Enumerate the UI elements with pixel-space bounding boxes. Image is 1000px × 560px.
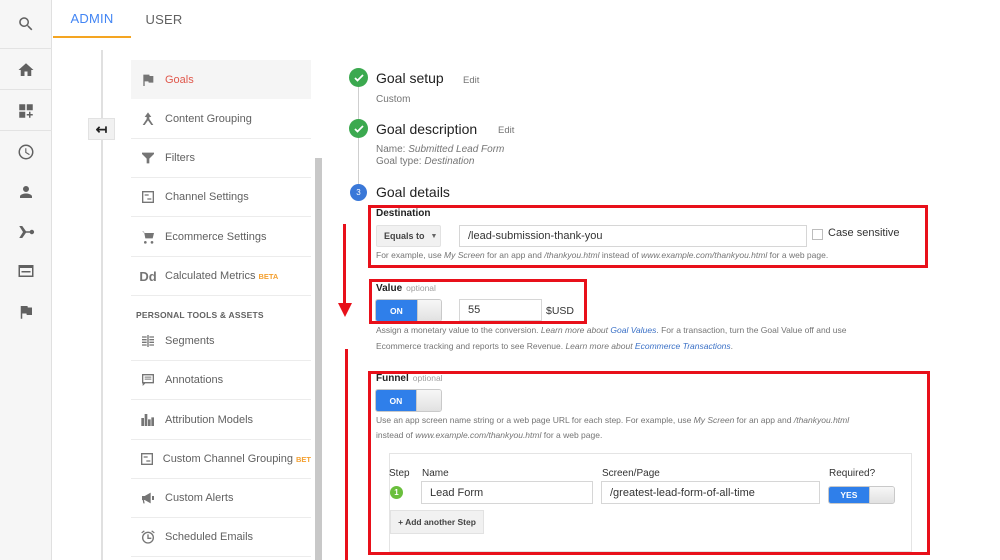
nav-label: Annotations [165, 374, 224, 386]
nav-label: Calculated Metrics BETA [165, 270, 278, 282]
nav-label: Goals [165, 73, 194, 86]
value-help-line-2: Ecommerce tracking and reports to see Re… [376, 338, 733, 355]
alarm-clock-icon [131, 529, 165, 545]
back-button[interactable]: ↤ [88, 118, 115, 140]
nav-label: Custom Channel Grouping BET [163, 453, 311, 465]
person-icon[interactable] [0, 172, 52, 212]
nav-label: Channel Settings [165, 191, 249, 203]
nav-label: Filters [165, 152, 195, 164]
step-number-badge: 3 [350, 184, 367, 201]
edit-goal-description-link[interactable]: Edit [498, 125, 514, 136]
channel-grouping-icon [131, 451, 163, 467]
help-text: . For a transaction, turn the Goal Value… [656, 325, 847, 335]
search-icon[interactable] [0, 4, 52, 44]
nav-item-custom-alerts[interactable]: Custom Alerts [131, 479, 311, 518]
help-text: Ecommerce tracking and reports to see Re… [376, 341, 566, 351]
filter-icon [131, 150, 165, 166]
nav-label: Ecommerce Settings [165, 231, 267, 243]
help-text: Learn more about [565, 341, 635, 351]
nav-label: Attribution Models [165, 414, 254, 426]
tab-user[interactable]: USER [131, 0, 197, 38]
nav-label: Scheduled Emails [165, 531, 254, 543]
nav-label: Content Grouping [165, 113, 252, 125]
bar-chart-icon [131, 412, 165, 428]
step-title-goal-details: Goal details [376, 184, 450, 200]
type-label: Goal type: [376, 156, 425, 167]
segments-icon [131, 333, 165, 349]
annotation-box-funnel [368, 371, 930, 555]
megaphone-icon [131, 490, 165, 506]
step-title-goal-setup: Goal setup [376, 70, 444, 86]
nav-item-calculated-metrics[interactable]: Dd Calculated Metrics BETA [131, 257, 311, 296]
beta-badge: BETA [258, 272, 279, 281]
nav-label-text: Custom Channel Grouping [162, 453, 293, 465]
check-icon [349, 68, 368, 87]
scrollbar[interactable] [315, 158, 322, 560]
nav-item-annotations[interactable]: Annotations [131, 361, 311, 400]
beta-badge: BET [296, 455, 311, 464]
annotation-box-value [369, 279, 587, 324]
channel-settings-icon [131, 189, 165, 205]
goal-values-link[interactable]: Goal Values [610, 325, 656, 335]
nav-item-attribution-models[interactable]: Attribution Models [131, 401, 311, 440]
back-arrow-icon: ↤ [95, 120, 108, 137]
nav-label: Segments [165, 335, 215, 347]
nav-item-segments[interactable]: Segments [131, 322, 311, 361]
home-icon[interactable] [0, 50, 52, 90]
flag-icon[interactable] [0, 292, 52, 332]
help-text: Assign a monetary value to the conversio… [376, 325, 541, 335]
goal-name-value: Submitted Lead Form [408, 144, 505, 155]
help-text: Learn more about [540, 325, 611, 335]
goal-setup-value: Custom [376, 94, 411, 105]
nav-item-ecommerce-settings[interactable]: Ecommerce Settings [131, 218, 311, 257]
annotation-arrowhead [338, 303, 352, 317]
annotation-box-destination [368, 205, 928, 268]
dd-icon: Dd [139, 268, 157, 284]
annotation-line [345, 349, 348, 560]
value-help-line-1: Assign a monetary value to the conversio… [376, 322, 846, 339]
step-title-goal-description: Goal description [376, 121, 478, 137]
nav-item-custom-channel-grouping[interactable]: Custom Channel Grouping BET [131, 440, 311, 479]
section-label: PERSONAL TOOLS & ASSETS [136, 310, 264, 320]
nav-item-goals[interactable]: Goals [131, 60, 311, 99]
flag-icon [131, 72, 165, 88]
goal-description-summary: Name: Submitted Lead Form Goal type: Des… [376, 144, 504, 168]
tab-admin[interactable]: ADMIN [53, 0, 131, 38]
edit-goal-setup-link[interactable]: Edit [463, 75, 479, 86]
check-icon [349, 119, 368, 138]
nav-item-content-grouping[interactable]: Content Grouping [131, 100, 311, 139]
content-grouping-icon [131, 111, 165, 127]
goal-type-value: Destination [424, 156, 475, 167]
acquisition-icon[interactable] [0, 212, 52, 252]
annotation-icon [131, 372, 165, 388]
nav-item-scheduled-emails[interactable]: Scheduled Emails [131, 518, 311, 557]
nav-item-channel-settings[interactable]: Channel Settings [131, 178, 311, 217]
annotation-arrow-line [343, 224, 346, 304]
nav-item-filters[interactable]: Filters [131, 139, 311, 178]
icon-rail [0, 0, 52, 560]
behavior-icon[interactable] [0, 251, 52, 291]
name-label: Name: [376, 144, 409, 155]
help-text: . [730, 341, 734, 351]
customization-icon[interactable] [0, 91, 52, 131]
nav-label-text: Calculated Metrics [165, 270, 256, 282]
nav-label: Custom Alerts [165, 492, 234, 504]
ecommerce-transactions-link[interactable]: Ecommerce Transactions [635, 341, 731, 351]
cart-icon [131, 229, 165, 245]
clock-icon[interactable] [0, 132, 52, 172]
